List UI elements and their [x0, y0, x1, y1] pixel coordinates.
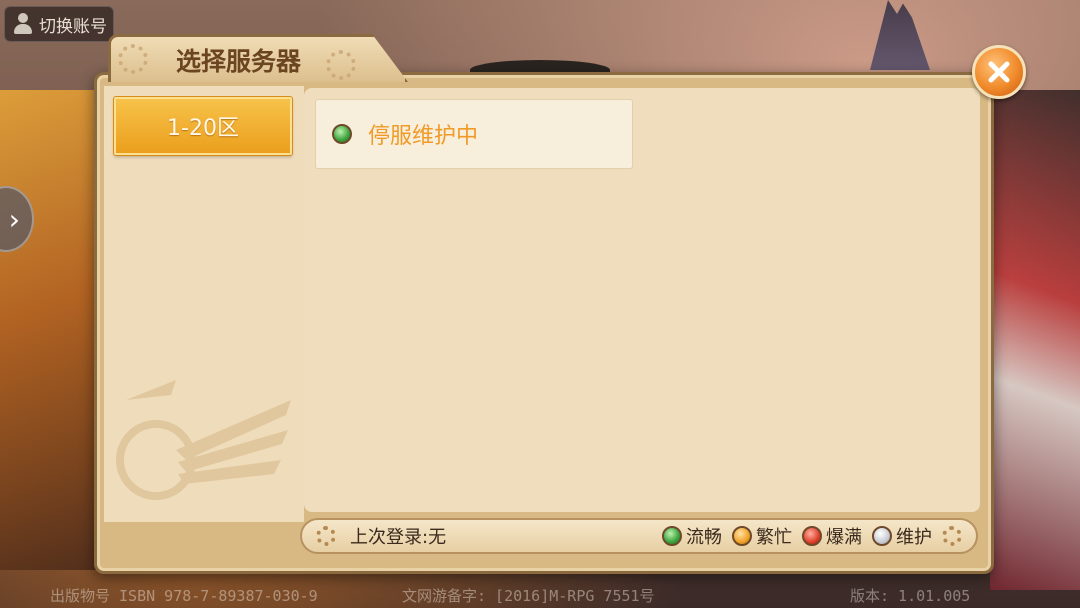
legend-label: 流畅: [686, 527, 722, 548]
wing-emblem-icon: [116, 380, 291, 500]
status-dot-icon: [872, 526, 892, 546]
publication-number: 出版物号 ISBN 978-7-89387-030-9: [50, 587, 318, 605]
zone-tab-1-20[interactable]: 1-20区: [114, 97, 292, 155]
gear-decoration-icon: [326, 50, 356, 80]
status-legend: 流畅 繁忙 爆满 维护: [662, 523, 932, 549]
switch-account-label: 切换账号: [39, 16, 107, 37]
chevron-right-icon: ›: [8, 202, 20, 236]
zone-tab-label: 1-20区: [167, 116, 239, 141]
server-name: 停服维护中: [368, 124, 479, 149]
culture-filing-number: 文网游备字: [2016]M-RPG 7551号: [402, 587, 655, 605]
close-icon: [988, 61, 1010, 83]
legend-label: 维护: [896, 527, 932, 548]
status-footer: 上次登录:无 流畅 繁忙 爆满 维护: [300, 518, 978, 554]
legend-item-full: 爆满: [802, 523, 862, 549]
status-dot-icon: [802, 526, 822, 546]
last-login-text: 上次登录:无: [350, 527, 447, 548]
switch-account-button[interactable]: 切换账号: [4, 6, 114, 42]
status-dot-icon: [662, 526, 682, 546]
legend-item-maintenance: 维护: [872, 523, 932, 549]
legend-item-busy: 繁忙: [732, 523, 792, 549]
close-button[interactable]: [972, 45, 1026, 99]
status-dot-icon: [332, 124, 352, 144]
gear-decoration-icon: [118, 44, 148, 74]
legend-item-smooth: 流畅: [662, 523, 722, 549]
background-tower: [870, 0, 930, 70]
version-text: 版本: 1.01.005: [850, 587, 971, 605]
background-character-right: [990, 90, 1080, 590]
gear-decoration-icon: [316, 526, 336, 546]
person-icon: [13, 13, 33, 35]
status-dot-icon: [732, 526, 752, 546]
legend-label: 繁忙: [756, 527, 792, 548]
gear-decoration-icon: [942, 526, 962, 546]
legend-label: 爆满: [826, 527, 862, 548]
server-list-item[interactable]: 停服维护中: [315, 99, 633, 169]
dialog-title: 选择服务器: [176, 47, 302, 76]
